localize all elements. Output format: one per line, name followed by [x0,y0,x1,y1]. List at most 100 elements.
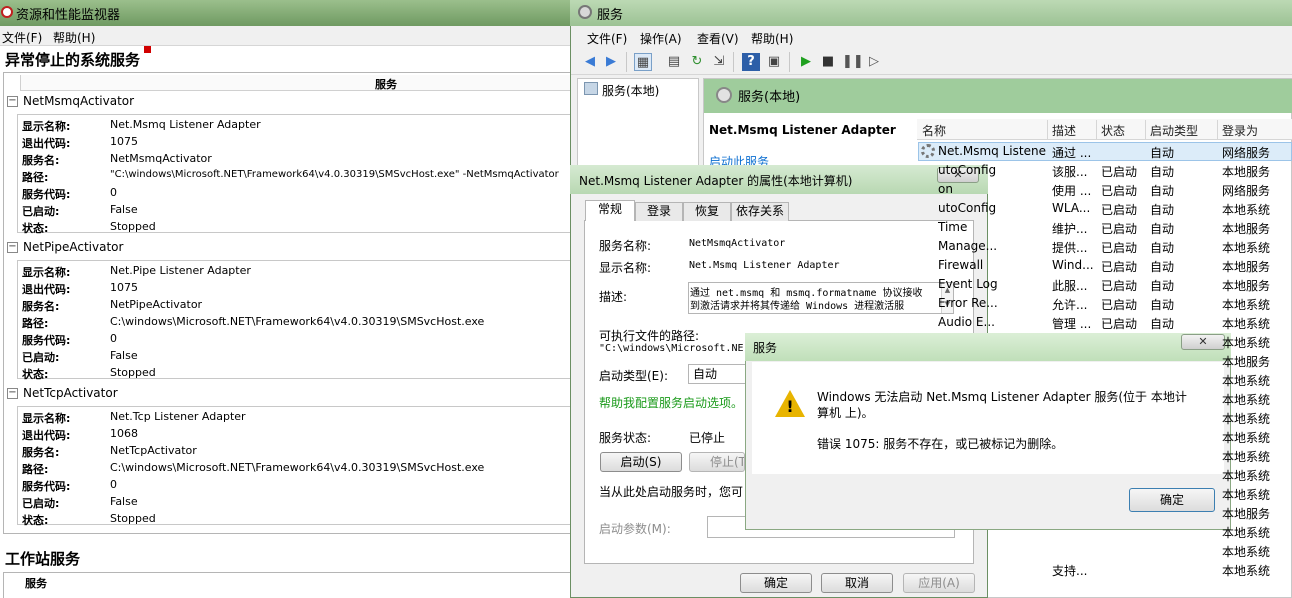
service-cell-status[interactable]: 已启动 [1101,163,1145,180]
services-titlebar[interactable] [570,0,1292,26]
service-cell-start[interactable]: 自动 [1150,201,1216,218]
menu-file[interactable]: 文件(F) [587,30,627,47]
service-cell-logon[interactable]: 本地系统 [1222,391,1288,408]
service-cell-desc[interactable]: 此服... [1052,277,1096,294]
service-cell-desc[interactable]: Wind... [1052,258,1096,272]
cancel-button[interactable]: 取消 [821,573,893,593]
service-cell-desc[interactable]: 使用 ... [1052,182,1096,199]
column-divider[interactable] [1145,120,1146,139]
properties-sheet-icon[interactable]: ▤ [665,53,683,71]
back-arrow-icon[interactable]: ◀ [581,53,599,71]
service-cell-desc[interactable]: 维护... [1052,220,1096,237]
forward-arrow-icon[interactable]: ▶ [602,53,620,71]
tab-logon[interactable]: 登录 [635,202,683,221]
refresh-icon[interactable]: ↻ [688,53,706,71]
service-cell-logon[interactable]: 本地系统 [1222,448,1288,465]
service-cell-logon[interactable]: 本地系统 [1222,372,1288,389]
service-cell-start[interactable]: 自动 [1150,239,1216,256]
tab-dependencies[interactable]: 依存关系 [731,202,789,221]
help-configure-link[interactable]: 帮助我配置服务启动选项。 [599,394,743,411]
service-cell-status[interactable]: 已启动 [1101,239,1145,256]
restart-icon[interactable]: ▷ [865,53,883,71]
service-cell-start[interactable]: 自动 [1150,182,1216,199]
service-cell-status[interactable]: 已启动 [1101,201,1145,218]
service-cell-logon[interactable]: 本地服务 [1222,353,1288,370]
pause-icon[interactable]: ❚❚ [842,53,864,71]
service-cell-desc[interactable]: WLA... [1052,201,1096,215]
service-cell-logon[interactable]: 本地系统 [1222,486,1288,503]
mmc-window-icon[interactable]: ▣ [765,53,783,71]
tree-item-services-local[interactable]: 服务(本地) [602,82,659,99]
service-cell-name[interactable]: Error Re... [938,296,1046,310]
apply-button[interactable]: 应用(A) [903,573,975,593]
collapse-toggle-icon[interactable]: − [7,96,18,107]
service-cell-logon[interactable]: 网络服务 [1222,144,1288,161]
menu-help[interactable]: 帮助(H) [751,30,793,47]
help-icon[interactable]: ? [742,53,760,71]
service-cell-logon[interactable]: 本地服务 [1222,505,1288,522]
service-cell-start[interactable]: 自动 [1150,296,1216,313]
service-cell-name[interactable]: Firewall [938,258,1046,272]
service-cell-status[interactable]: 已启动 [1101,182,1145,199]
column-logon-as[interactable]: 登录为 [1222,122,1258,139]
service-cell-start[interactable]: 自动 [1150,258,1216,275]
service-cell-start[interactable]: 自动 [1150,220,1216,237]
service-cell-logon[interactable]: 本地系统 [1222,429,1288,446]
service-cell-logon[interactable]: 本地服务 [1222,220,1288,237]
service-cell-name[interactable]: Audio E... [938,315,1046,329]
service-cell-logon[interactable]: 本地服务 [1222,163,1288,180]
service-cell-logon[interactable]: 本地系统 [1222,562,1288,579]
service-cell-desc[interactable]: 管理 ... [1052,315,1096,332]
menu-file[interactable]: 文件(F) [2,29,42,46]
service-cell-logon[interactable]: 本地系统 [1222,334,1288,351]
service-cell-status[interactable]: 已启动 [1101,315,1145,332]
service-cell-status[interactable]: 已启动 [1101,220,1145,237]
service-cell-start[interactable]: 自动 [1150,163,1216,180]
tab-recovery[interactable]: 恢复 [683,202,731,221]
service-cell-start[interactable]: 自动 [1150,315,1216,332]
service-cell-logon[interactable]: 网络服务 [1222,182,1288,199]
close-button[interactable]: ✕ [1181,334,1225,350]
service-cell-start[interactable]: 自动 [1150,277,1216,294]
service-cell-name[interactable]: utoConfig [938,163,1046,177]
service-cell-logon[interactable]: 本地系统 [1222,543,1288,560]
service-cell-logon[interactable]: 本地系统 [1222,467,1288,484]
collapse-toggle-icon[interactable]: − [7,388,18,399]
service-cell-desc[interactable]: 允许... [1052,296,1096,313]
console-tree-icon[interactable]: ▦ [634,53,652,71]
service-cell-status[interactable]: 已启动 [1101,258,1145,275]
service-cell-start[interactable]: 自动 [1150,144,1216,161]
menu-action[interactable]: 操作(A) [640,30,682,47]
collapse-toggle-icon[interactable]: − [7,242,18,253]
column-name[interactable]: 名称 [922,122,946,139]
column-divider[interactable] [1047,120,1048,139]
service-cell-logon[interactable]: 本地服务 [1222,258,1288,275]
service-cell-logon[interactable]: 本地系统 [1222,296,1288,313]
column-status[interactable]: 状态 [1101,122,1125,139]
service-cell-logon[interactable]: 本地系统 [1222,201,1288,218]
service-cell-name[interactable]: Net.Msmq Listene... [938,144,1046,158]
service-cell-logon[interactable]: 本地系统 [1222,239,1288,256]
start-button[interactable]: 启动(S) [600,452,682,472]
service-cell-desc[interactable]: 支持... [1052,562,1096,579]
service-cell-desc[interactable]: 通过 ... [1052,144,1096,161]
service-cell-name[interactable]: Manage... [938,239,1046,253]
service-cell-name[interactable]: utoConfig [938,201,1046,215]
export-list-icon[interactable]: ⇲ [710,53,728,71]
service-cell-logon[interactable]: 本地系统 [1222,524,1288,541]
service-cell-status[interactable]: 已启动 [1101,296,1145,313]
services-column-header[interactable] [20,75,575,91]
service-cell-logon[interactable]: 本地系统 [1222,315,1288,332]
play-icon[interactable]: ▶ [797,53,815,71]
error-titlebar[interactable] [745,333,1231,361]
column-description[interactable]: 描述 [1052,122,1076,139]
column-divider[interactable] [1217,120,1218,139]
service-cell-logon[interactable]: 本地服务 [1222,277,1288,294]
service-cell-desc[interactable]: 该服... [1052,163,1096,180]
service-cell-name[interactable]: Time [938,220,1046,234]
menu-help[interactable]: 帮助(H) [53,29,95,46]
tab-general[interactable]: 常规 [585,200,635,221]
ok-button[interactable]: 确定 [740,573,812,593]
ok-button[interactable]: 确定 [1129,488,1215,512]
service-cell-name[interactable]: Event Log [938,277,1046,291]
